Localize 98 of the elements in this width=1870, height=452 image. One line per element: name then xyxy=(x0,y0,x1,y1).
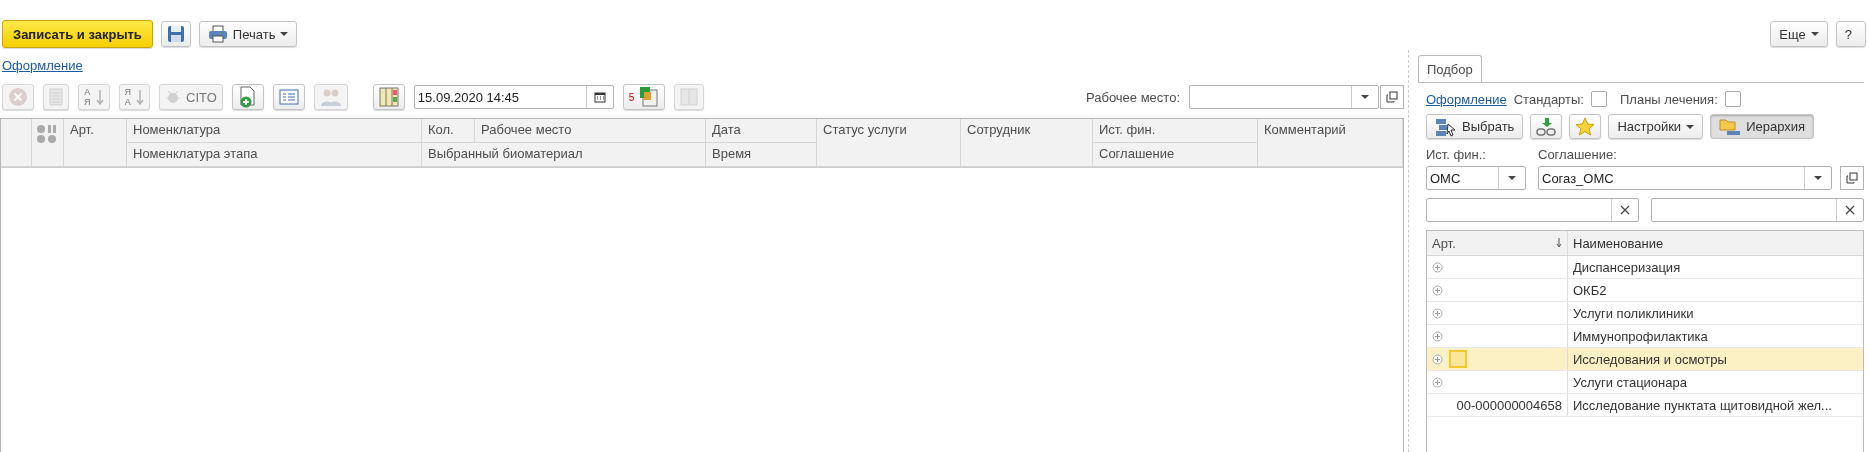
checkbox[interactable] xyxy=(1591,91,1607,107)
open-window-icon xyxy=(1846,172,1858,184)
columns-icon xyxy=(378,87,399,107)
tree-row[interactable]: Исследования и осмотры xyxy=(1427,348,1863,371)
tree-row[interactable]: ОКБ2 xyxy=(1427,279,1863,302)
tree-row[interactable]: Услуги стационара xyxy=(1427,371,1863,394)
list-icon xyxy=(278,89,299,105)
open-button[interactable] xyxy=(1840,166,1864,190)
document-icon xyxy=(49,88,63,106)
column-header[interactable]: Комментарий xyxy=(1258,119,1403,167)
link-button[interactable] xyxy=(1530,114,1563,139)
expand-icon xyxy=(1432,376,1443,388)
save-and-close-button[interactable]: Записать и закрыть xyxy=(2,20,153,48)
folder-hierarchy-icon xyxy=(1719,117,1742,136)
column-header[interactable]: Сотрудник xyxy=(961,119,1093,167)
agreement-field[interactable]: Согаз_ОМС xyxy=(1538,166,1832,190)
down-arrow-icon xyxy=(95,89,104,105)
settings-button[interactable]: Настройки xyxy=(1608,114,1704,139)
select-icon xyxy=(1435,116,1457,137)
letter-glyph: Я xyxy=(84,97,91,107)
favorites-button[interactable] xyxy=(1569,114,1602,139)
print-button[interactable]: Печать xyxy=(198,21,298,47)
table-cell: 00-000000004658 xyxy=(1456,397,1562,413)
caret-icon xyxy=(1508,176,1516,180)
list-button[interactable] xyxy=(272,84,305,110)
calendar-icon xyxy=(593,91,606,103)
printer-icon xyxy=(207,25,228,43)
column-header[interactable]: Время xyxy=(706,143,817,167)
table-cell-text: Исследования и осмотры xyxy=(1572,351,1728,367)
letter-glyph: Я xyxy=(124,87,131,97)
chain-link-icon xyxy=(1536,116,1557,137)
tree-row[interactable]: Диспансеризация xyxy=(1427,256,1863,279)
design-link[interactable]: Оформление xyxy=(1426,91,1507,107)
column-header[interactable]: Наименование xyxy=(1568,235,1669,251)
letter-glyph: 5 xyxy=(628,92,635,102)
column-header[interactable]: Выбранный биоматериал xyxy=(422,143,706,167)
table-cell-text: Услуги стационара xyxy=(1572,374,1688,390)
table-cell-text: Услуги поликлиники xyxy=(1572,305,1695,321)
star-icon xyxy=(1575,116,1596,137)
checkbox-label: Планы лечения: xyxy=(1620,91,1718,107)
table-cell-text: Иммунопрофилактика xyxy=(1572,328,1709,344)
column-header[interactable]: Статус услуги xyxy=(817,119,961,167)
expand-icon xyxy=(1432,261,1443,273)
filter-field[interactable] xyxy=(1651,198,1864,222)
caret-icon xyxy=(1361,95,1369,99)
field-label: Ист. фин.: xyxy=(1426,147,1487,162)
table-cell-text: Исследование пунктата щитовидной жел... xyxy=(1572,397,1833,413)
status-icons-icon xyxy=(36,124,58,144)
checkbox-label: Стандарты: xyxy=(1513,91,1584,107)
column-header[interactable]: Номенклатура xyxy=(127,119,422,143)
save-button[interactable] xyxy=(160,21,191,47)
design-link[interactable]: Оформление xyxy=(2,58,83,73)
panel-icon xyxy=(680,88,699,106)
open-button[interactable] xyxy=(1380,85,1404,109)
calendar-button[interactable]: 5 xyxy=(622,84,666,110)
expand-icon xyxy=(1432,353,1443,365)
caret-icon xyxy=(1686,124,1695,129)
cancel-icon xyxy=(8,87,28,107)
letter-glyph: А xyxy=(124,97,131,107)
funding-source-field[interactable]: ОМС xyxy=(1426,166,1526,190)
tab[interactable]: Подбор xyxy=(1418,55,1482,83)
hierarchy-button[interactable]: Иерархия xyxy=(1710,114,1815,139)
caret-icon xyxy=(1814,176,1822,180)
tree-row[interactable]: Услуги поликлиники xyxy=(1427,302,1863,325)
people-icon xyxy=(319,87,342,107)
bug-icon xyxy=(165,89,181,105)
column-header[interactable]: Арт. xyxy=(1427,231,1568,255)
help-button[interactable]: ? xyxy=(1835,21,1866,47)
down-arrow-icon xyxy=(136,89,144,105)
add-document-icon xyxy=(237,86,258,108)
letter-glyph: А xyxy=(84,87,91,97)
sort-arrow-icon xyxy=(1556,238,1562,248)
open-window-icon xyxy=(1386,91,1398,103)
checkbox[interactable] xyxy=(1724,91,1741,107)
expand-icon xyxy=(1432,307,1443,319)
table-cell-text: Диспансеризация xyxy=(1572,259,1682,275)
filter-field[interactable] xyxy=(1426,198,1639,222)
column-header[interactable]: Кол. xyxy=(422,119,475,143)
column-header[interactable]: Рабочее место xyxy=(475,119,706,143)
column-header[interactable]: Дата xyxy=(706,119,817,143)
date-field[interactable]: 15.09.2020 14:45 xyxy=(413,85,614,109)
expand-icon xyxy=(1432,330,1443,342)
column-header[interactable]: Соглашение xyxy=(1093,143,1258,167)
workplace-label: Рабочее место: xyxy=(1085,89,1180,105)
columns-button[interactable] xyxy=(372,84,405,110)
field-label: Соглашение: xyxy=(1538,147,1618,162)
expand-icon xyxy=(1432,284,1443,296)
column-header[interactable]: Номенклатура этапа xyxy=(127,143,422,167)
select-button[interactable]: Выбрать xyxy=(1426,114,1524,139)
add-button[interactable] xyxy=(231,84,264,110)
column-header[interactable]: Арт. xyxy=(64,119,127,167)
table-cell-text: ОКБ2 xyxy=(1572,282,1608,298)
more-button[interactable]: Еще xyxy=(1770,21,1828,47)
calendar-icon xyxy=(639,86,660,108)
tree-row[interactable]: 00-000000004658 Исследование пунктата щитовидной жел... xyxy=(1427,394,1863,417)
workplace-field[interactable] xyxy=(1189,85,1379,109)
focused-cell xyxy=(1449,350,1467,368)
column-header[interactable]: Ист. фин. xyxy=(1093,119,1258,143)
